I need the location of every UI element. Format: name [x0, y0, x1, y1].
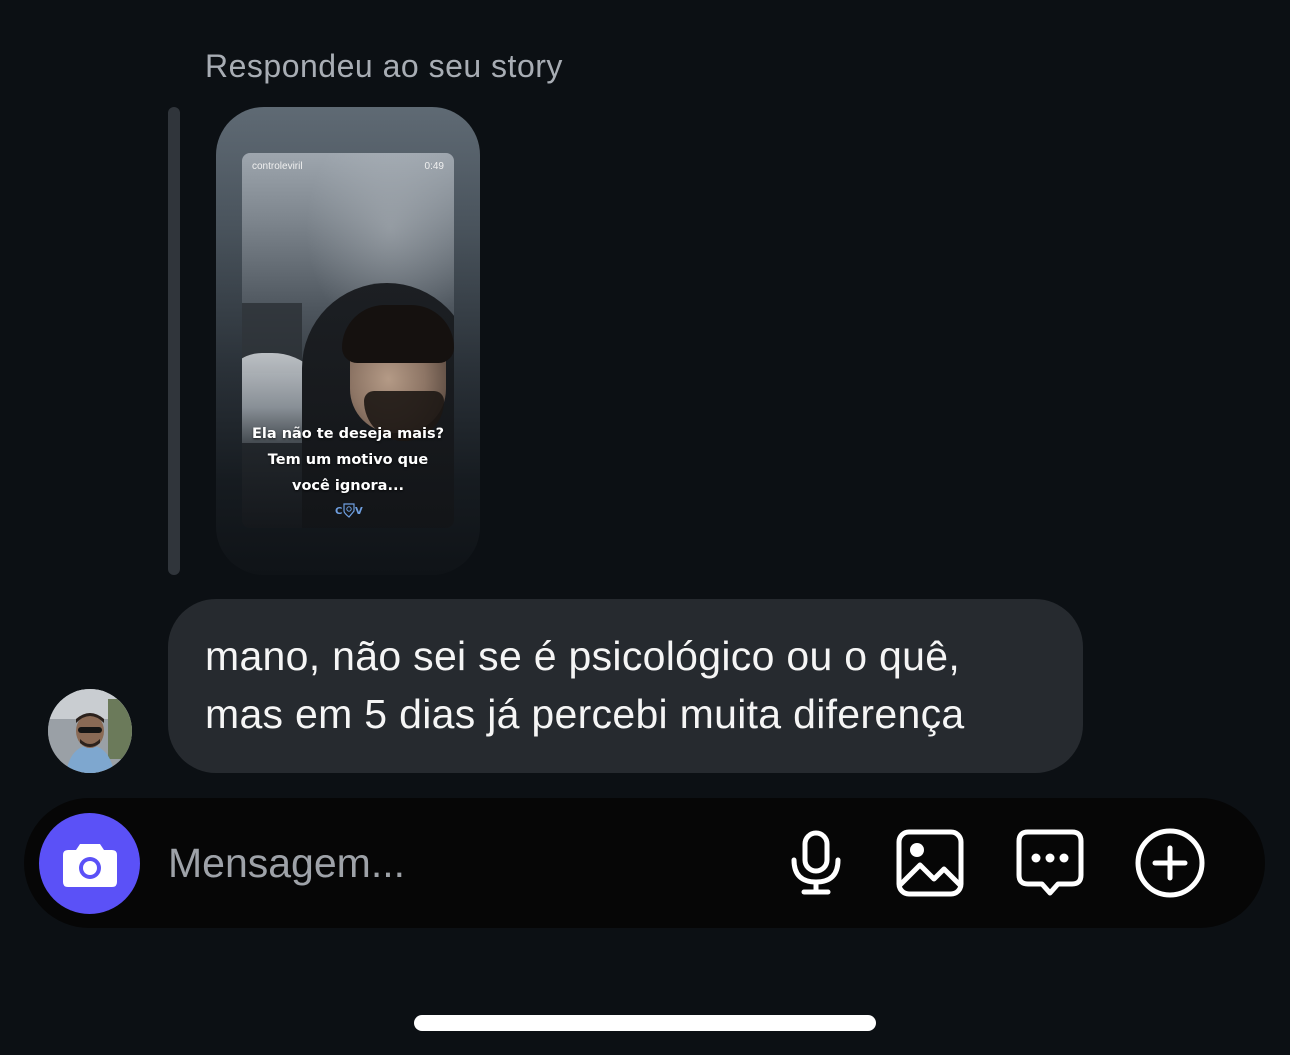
story-caption-line: Tem um motivo que	[267, 452, 429, 468]
svg-text:C: C	[335, 506, 342, 517]
chat-bubble-dots-icon	[1016, 829, 1084, 896]
story-preview-card[interactable]: controleviril 0:49 Ela não te deseja mai…	[216, 107, 480, 575]
microphone-icon	[791, 830, 841, 895]
incoming-message-bubble[interactable]: mano, não sei se é psicológico ou o quê,…	[168, 599, 1083, 773]
story-caption-line: Ela não te deseja mais?	[251, 426, 445, 442]
home-indicator[interactable]	[414, 1015, 876, 1031]
story-reply-label: Respondeu ao seu story	[205, 48, 563, 84]
story-duration: 0:49	[424, 161, 444, 172]
message-input[interactable]	[168, 830, 728, 896]
camera-button[interactable]	[39, 813, 140, 914]
avatar-photo-icon	[48, 689, 132, 773]
plus-circle-icon	[1135, 828, 1205, 898]
message-line: mas em 5 dias já percebi muita diferença	[205, 691, 965, 737]
story-caption: Ela não te deseja mais? Tem um motivo qu…	[242, 421, 454, 499]
story-caption-line: você ignora...	[292, 478, 404, 494]
more-options-button[interactable]	[1129, 822, 1211, 904]
voice-message-button[interactable]	[775, 822, 857, 904]
sticker-button[interactable]	[1009, 822, 1091, 904]
dm-thread-screen: Respondeu ao seu story controleviril 0:4…	[0, 0, 1290, 1055]
gallery-button[interactable]	[889, 822, 971, 904]
camera-icon	[62, 843, 117, 887]
story-thumbnail: controleviril 0:49 Ela não te deseja mai…	[242, 153, 454, 528]
message-line: mano, não sei se é psicológico ou o quê,	[205, 633, 961, 679]
reply-indicator-bar	[168, 107, 180, 575]
story-username: controleviril	[252, 161, 303, 172]
brand-logo-icon: C V	[335, 503, 363, 518]
story-header: controleviril 0:49	[252, 161, 444, 175]
svg-text:V: V	[355, 506, 363, 517]
sender-avatar[interactable]	[48, 689, 132, 773]
image-icon	[896, 829, 964, 897]
